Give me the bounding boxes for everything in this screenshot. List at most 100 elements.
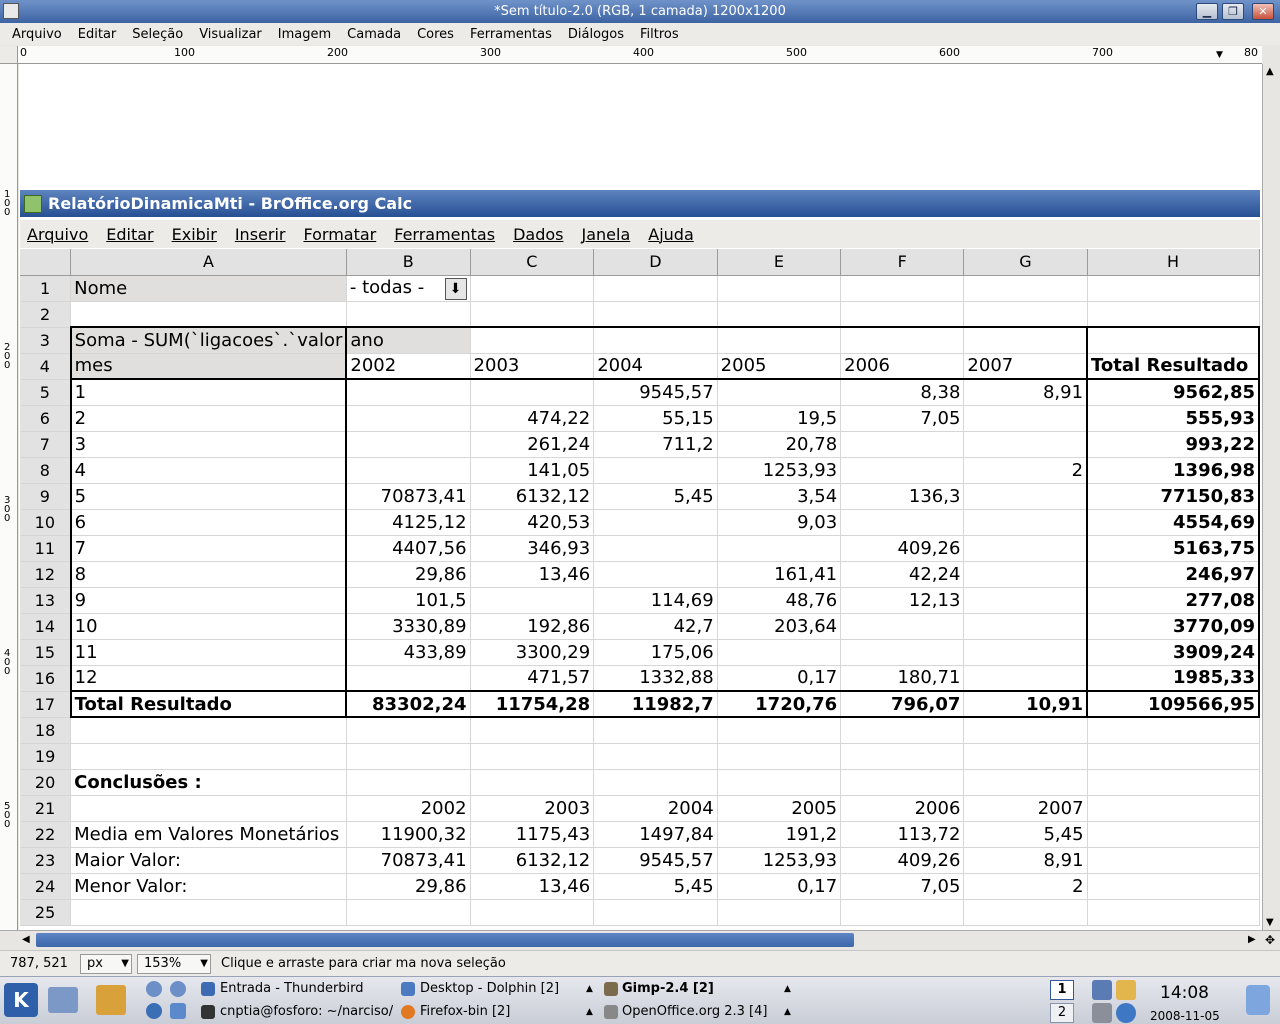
cell[interactable]: 113,72 [840,821,965,848]
cell[interactable]: 180,71 [840,665,965,692]
cell[interactable]: 70873,41 [346,483,471,510]
cell[interactable] [840,457,965,484]
cell[interactable] [346,743,471,770]
row-header[interactable]: 6 [20,405,72,432]
cell[interactable]: 5,45 [593,483,718,510]
calc-menu-dados[interactable]: Dados [513,225,563,244]
cell[interactable] [1087,769,1260,796]
menu-arquivo[interactable]: Arquivo [12,27,62,42]
row-header[interactable]: 12 [20,561,72,588]
menu-selecao[interactable]: Seleção [132,27,183,42]
settings-icon[interactable] [170,1003,186,1019]
cell[interactable] [593,769,718,796]
cell[interactable] [470,717,595,744]
quick-mask-corner[interactable] [0,46,18,64]
column-header[interactable]: C [470,249,595,276]
row-header[interactable]: 5 [20,379,72,406]
cell[interactable] [963,613,1089,640]
cell[interactable]: 7,05 [840,405,965,432]
cell[interactable] [963,535,1089,562]
cell[interactable]: 346,93 [470,535,595,562]
file-manager-icon[interactable] [96,985,126,1015]
cell[interactable]: 77150,83 [1087,483,1260,510]
cell[interactable]: 2006 [840,353,965,380]
volume-icon[interactable] [1092,980,1112,1000]
cell[interactable] [717,326,842,354]
close-button[interactable]: ✕ [1252,3,1274,20]
cell[interactable]: 12,13 [840,587,965,614]
cell[interactable] [840,509,965,536]
cell[interactable]: Soma - SUM(`ligacoes`.`valor [69,326,348,354]
row-header[interactable]: 4 [20,353,72,380]
calc-menu-arquivo[interactable]: Arquivo [27,225,88,244]
gimp-title-bar[interactable]: *Sem título-2.0 (RGB, 1 camada) 1200x120… [0,0,1280,23]
scroll-left-icon[interactable]: ◀ [22,934,30,945]
cell[interactable]: 2007 [963,795,1088,822]
column-header[interactable]: G [963,249,1088,276]
cell[interactable]: 83302,24 [346,691,471,718]
cell[interactable] [346,379,471,406]
cell[interactable] [963,899,1088,926]
cell[interactable] [346,405,471,432]
cell[interactable]: 109566,95 [1087,691,1260,718]
cell[interactable]: Total Resultado [69,691,348,718]
task-firefox[interactable]: Firefox-bin [2] [398,1001,510,1023]
cell[interactable]: 2004 [593,795,718,822]
cell[interactable] [717,769,842,796]
cell[interactable]: 203,64 [717,613,842,640]
cell[interactable] [1087,795,1260,822]
dropdown-arrow-icon[interactable]: ⬇ [444,277,467,300]
task-dolphin[interactable]: Desktop - Dolphin [2] [398,978,559,1000]
cell[interactable]: 0,17 [717,873,842,900]
trash-icon[interactable] [1246,985,1270,1015]
cell[interactable] [593,275,718,302]
cell[interactable]: Nome [70,275,347,302]
cell[interactable] [717,899,842,926]
cell[interactable] [346,665,471,692]
cell[interactable] [840,326,965,354]
cell[interactable]: 474,22 [470,405,595,432]
cell[interactable] [963,639,1089,666]
show-desktop-icon[interactable] [48,987,78,1013]
k-menu-icon[interactable]: K [4,983,38,1017]
row-header[interactable]: 20 [20,769,72,796]
menu-editar[interactable]: Editar [78,27,117,42]
cell[interactable]: 3300,29 [470,639,595,666]
cell[interactable]: 13,46 [470,561,595,588]
cell[interactable]: 136,3 [840,483,965,510]
vertical-scrollbar[interactable]: ▲ ▼ [1262,64,1280,930]
column-header[interactable]: D [593,249,718,276]
cell[interactable]: 8,38 [840,379,965,406]
column-header[interactable]: E [717,249,842,276]
cell[interactable]: Menor Valor: [70,873,347,900]
cell[interactable]: ano [346,326,471,354]
cell[interactable]: 2 [963,457,1089,484]
cell[interactable] [840,639,965,666]
cell[interactable]: 11754,28 [470,691,595,718]
calc-menu-exibir[interactable]: Exibir [172,225,217,244]
cell[interactable] [470,743,595,770]
cell[interactable]: 9 [69,587,348,614]
row-header[interactable]: 3 [20,327,72,354]
cell[interactable] [963,665,1089,692]
cell[interactable] [593,509,718,536]
cell[interactable]: 55,15 [593,405,718,432]
row-header[interactable]: 19 [20,743,72,770]
cell[interactable] [840,899,965,926]
unit-select[interactable]: px ▼ [80,954,132,974]
column-header[interactable]: F [840,249,965,276]
cell[interactable]: 9545,57 [593,847,718,874]
cell[interactable]: 11 [69,639,348,666]
cell[interactable] [593,743,718,770]
cell[interactable] [963,326,1089,354]
cell[interactable]: 161,41 [717,561,842,588]
cell[interactable] [840,743,965,770]
cell[interactable]: 3770,09 [1087,613,1260,640]
cell[interactable]: 191,2 [717,821,842,848]
cell[interactable] [593,717,718,744]
menu-filtros[interactable]: Filtros [640,27,679,42]
row-header[interactable]: 25 [20,899,72,926]
cell[interactable]: 471,57 [470,665,595,692]
cell[interactable] [1087,301,1260,328]
task-terminal[interactable]: cnptia@fosforo: ~/narciso/r [198,1001,393,1023]
